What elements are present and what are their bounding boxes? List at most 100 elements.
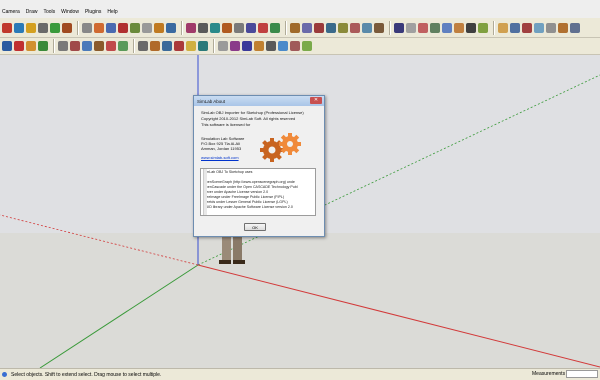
close-icon[interactable]: ✕ (310, 97, 322, 104)
tool-icon[interactable] (82, 41, 92, 51)
tool-icon[interactable] (154, 22, 164, 33)
tool-icon[interactable] (218, 41, 228, 51)
tool-icon[interactable] (546, 22, 556, 33)
tool-icon[interactable] (210, 22, 220, 33)
tool-icon[interactable] (82, 22, 92, 33)
tool-icon[interactable] (130, 22, 140, 33)
tool-icon[interactable] (58, 41, 68, 51)
copyright-text: Copyright 2010-2012 SimLab Soft. All rig… (201, 116, 296, 121)
tool-icon[interactable] (242, 41, 252, 51)
tool-icon[interactable] (70, 41, 80, 51)
tool-icon[interactable] (166, 22, 176, 33)
secondary-toolbar (0, 38, 600, 55)
status-bar: Select objects. Shift to extend select. … (0, 368, 600, 380)
tool-icon[interactable] (338, 22, 348, 33)
tool-icon[interactable] (14, 41, 24, 51)
tool-icon[interactable] (222, 22, 232, 33)
measurements-label: Measurements (532, 371, 566, 377)
tool-icon[interactable] (94, 41, 104, 51)
tool-icon[interactable] (430, 22, 440, 33)
tool-icon[interactable] (186, 41, 196, 51)
tool-icon[interactable] (142, 22, 152, 33)
tool-icon[interactable] (418, 22, 428, 33)
tool-icon[interactable] (478, 22, 488, 33)
about-dialog: SimLab About ✕ SimLab OBJ Importer for S… (193, 95, 325, 237)
tool-icon[interactable] (406, 22, 416, 33)
toolbar-separator (181, 20, 183, 35)
tool-icon[interactable] (174, 41, 184, 51)
drawing-viewport[interactable]: SimLab About ✕ SimLab OBJ Importer for S… (0, 55, 600, 368)
tool-icon[interactable] (534, 22, 544, 33)
tool-icon[interactable] (62, 22, 72, 33)
tool-icon[interactable] (26, 41, 36, 51)
license-textbox[interactable]: SimLab OBJ To Sketchup uses OpenSceneGra… (200, 168, 316, 216)
tool-icon[interactable] (234, 22, 244, 33)
status-text: Select objects. Shift to extend select. … (11, 371, 162, 378)
tool-icon[interactable] (362, 22, 372, 33)
tool-icon[interactable] (258, 22, 268, 33)
tool-icon[interactable] (38, 41, 48, 51)
gears-logo-icon (260, 133, 301, 162)
license-scrollbar[interactable] (203, 169, 207, 215)
tool-icon[interactable] (162, 41, 172, 51)
tool-icon[interactable] (290, 22, 300, 33)
tool-icon[interactable] (186, 22, 196, 33)
dialog-title: SimLab About (197, 98, 226, 104)
menu-tools[interactable]: Tools (43, 9, 55, 15)
menu-window[interactable]: Window (61, 9, 79, 15)
tool-icon[interactable] (198, 41, 208, 51)
city: Amman, Jordan 11953 (201, 146, 242, 151)
toolbar-separator (285, 20, 287, 35)
tool-icon[interactable] (254, 41, 264, 51)
tool-icon[interactable] (278, 41, 288, 51)
tool-icon[interactable] (498, 22, 508, 33)
tool-icon[interactable] (442, 22, 452, 33)
red-axis-solid (197, 264, 600, 368)
menu-camera[interactable]: Camera (2, 9, 20, 15)
tool-icon[interactable] (302, 41, 312, 51)
tool-icon[interactable] (38, 22, 48, 33)
tool-icon[interactable] (230, 41, 240, 51)
tool-icon[interactable] (326, 22, 336, 33)
tool-icon[interactable] (558, 22, 568, 33)
tool-icon[interactable] (350, 22, 360, 33)
dialog-titlebar[interactable]: SimLab About (194, 96, 324, 106)
toolbar-separator (133, 39, 135, 53)
tool-icon[interactable] (314, 22, 324, 33)
measurements-input[interactable] (566, 370, 598, 378)
tool-icon[interactable] (302, 22, 312, 33)
tool-icon[interactable] (150, 41, 160, 51)
website-link[interactable]: www.simlab-soft.com (201, 155, 239, 160)
tool-icon[interactable] (50, 22, 60, 33)
tool-icon[interactable] (94, 22, 104, 33)
tool-icon[interactable] (394, 22, 404, 33)
tool-icon[interactable] (522, 22, 532, 33)
tool-icon[interactable] (106, 41, 116, 51)
main-toolbar (0, 18, 600, 38)
tool-icon[interactable] (374, 22, 384, 33)
tool-icon[interactable] (570, 22, 580, 33)
tool-icon[interactable] (138, 41, 148, 51)
tool-icon[interactable] (266, 41, 276, 51)
menu-help[interactable]: Help (107, 9, 117, 15)
tool-icon[interactable] (2, 41, 12, 51)
tool-icon[interactable] (118, 41, 128, 51)
tool-icon[interactable] (14, 22, 24, 33)
tool-icon[interactable] (290, 41, 300, 51)
toolbar-separator (213, 39, 215, 53)
tool-icon[interactable] (198, 22, 208, 33)
toolbar-separator (77, 20, 79, 35)
tool-icon[interactable] (106, 22, 116, 33)
tool-icon[interactable] (118, 22, 128, 33)
tool-icon[interactable] (270, 22, 280, 33)
ok-button[interactable]: OK (244, 223, 266, 231)
tool-icon[interactable] (26, 22, 36, 33)
menu-plugins[interactable]: Plugins (85, 9, 101, 15)
tool-icon[interactable] (466, 22, 476, 33)
tool-icon[interactable] (510, 22, 520, 33)
menu-draw[interactable]: Draw (26, 9, 38, 15)
green-axis-solid (39, 264, 199, 368)
tool-icon[interactable] (454, 22, 464, 33)
tool-icon[interactable] (2, 22, 12, 33)
tool-icon[interactable] (246, 22, 256, 33)
